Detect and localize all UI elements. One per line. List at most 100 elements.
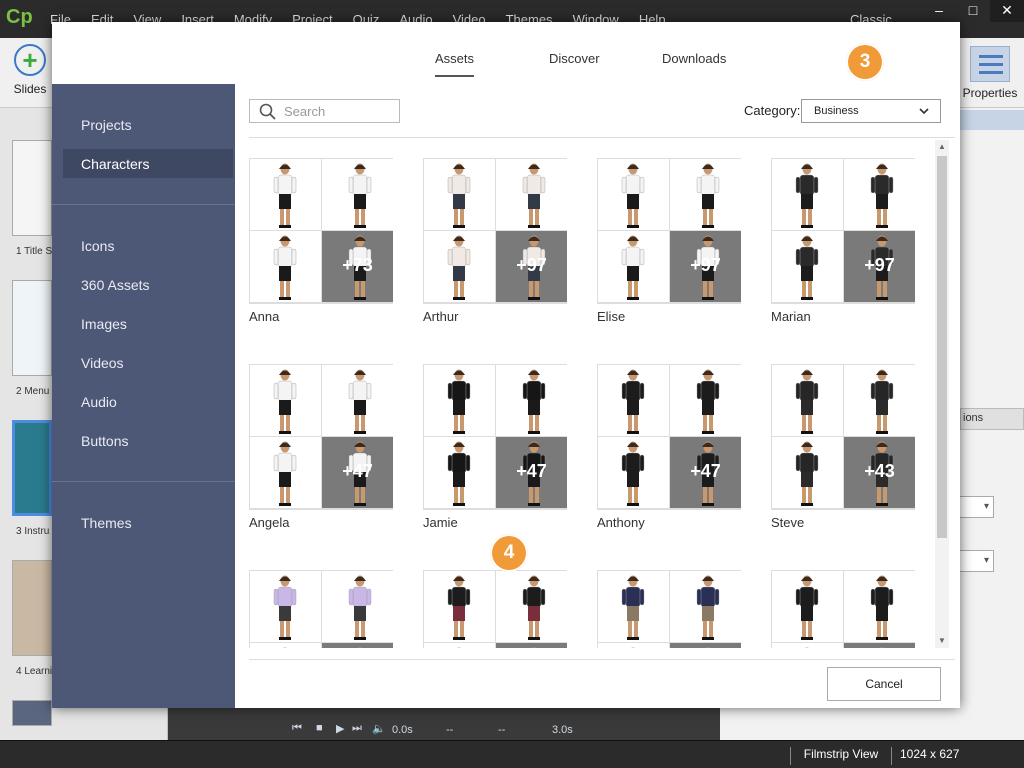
slide-thumbnail-4[interactable] [12,560,52,656]
nav-icons[interactable]: Icons [81,238,114,254]
scrollbar-thumb[interactable] [937,156,947,538]
character-figure-icon [447,369,471,434]
character-thumbnails [249,570,393,648]
character-figure-icon [447,441,471,506]
character-name: Anthony [597,515,645,530]
more-poses-tile[interactable] [496,643,567,648]
slide-thumbnail-1[interactable] [12,140,52,236]
volume-icon[interactable]: 🔈 [372,722,386,735]
properties-button[interactable]: Properties [956,46,1024,100]
stop-icon[interactable]: ■ [316,722,323,734]
more-poses-tile[interactable] [322,643,393,648]
pose-thumbnail [598,437,669,508]
category-value: Business [814,105,859,117]
character-figure-icon [621,235,645,300]
character-card[interactable] [597,570,741,648]
more-poses-tile[interactable]: +47 [322,437,393,508]
category-select[interactable]: Business [801,99,941,123]
slide-label-4: 4 Learni [16,666,53,677]
slides-label: Slides [13,82,47,96]
more-poses-count: +47 [690,461,721,481]
nav-buttons[interactable]: Buttons [81,433,128,449]
search-box[interactable] [249,99,400,123]
options-tab[interactable]: ions [960,408,1024,430]
slide-thumbnail-5[interactable] [12,700,52,726]
character-figure-icon [795,235,819,300]
scroll-up-icon[interactable]: ▲ [938,142,946,151]
character-grid: +73 Anna +97 Arthur +97 Elise +97 Marian +47 Ange… [249,138,951,648]
nav-360-assets[interactable]: 360 Assets [81,277,150,293]
more-poses-tile[interactable]: +97 [670,231,741,302]
category-label: Category: [744,103,801,118]
character-figure-icon [522,369,546,434]
next-icon[interactable]: ⏭ [352,722,362,735]
nav-videos[interactable]: Videos [81,355,124,371]
rewind-icon[interactable]: ⏮ [292,722,302,735]
pose-thumbnail [496,365,567,436]
more-poses-tile[interactable]: +73 [322,231,393,302]
maximize-icon[interactable]: □ [956,0,990,22]
more-poses-count: +47 [516,461,547,481]
character-card[interactable]: +73 Anna [249,158,393,324]
minimize-icon[interactable]: – [922,0,956,22]
pose-thumbnail [424,231,495,302]
nav-projects[interactable]: Projects [81,117,132,133]
close-icon[interactable]: ✕ [990,0,1024,22]
slide-label-3: 3 Instru [16,526,50,537]
character-card[interactable]: +97 Elise [597,158,741,324]
search-icon [259,103,276,120]
dialog-content: Category: Business +73 Anna +97 Arthur +97 El… [235,84,960,708]
slide-thumbnail-2[interactable] [12,280,52,376]
character-card[interactable] [771,570,915,648]
character-card[interactable]: +47 Jamie [423,364,567,530]
play-icon[interactable]: ▶ [336,722,344,735]
more-poses-tile[interactable] [844,643,915,648]
search-input[interactable] [284,102,394,120]
slides-button[interactable]: + Slides [10,44,50,96]
pose-thumbnail [424,437,495,508]
character-card[interactable] [249,570,393,648]
nav-characters[interactable]: Characters [63,149,233,178]
cancel-button[interactable]: Cancel [827,667,941,701]
nav-themes[interactable]: Themes [81,515,132,531]
more-poses-tile[interactable]: +97 [844,231,915,302]
slide-label-1: 1 Title S [16,246,53,257]
footer-divider [249,659,955,660]
nav-audio[interactable]: Audio [81,394,117,410]
character-figure-icon [273,369,297,434]
character-figure-icon [621,441,645,506]
character-card[interactable]: +47 Angela [249,364,393,530]
more-poses-tile[interactable]: +47 [670,437,741,508]
grid-scrollbar[interactable]: ▲ ▼ [935,140,949,648]
tab-discover[interactable]: Discover [549,51,600,66]
character-name: Jamie [423,515,458,530]
character-figure-icon [348,369,372,434]
character-card[interactable] [423,570,567,648]
character-figure-icon [696,575,720,640]
properties-icon [970,46,1010,82]
timeline-out: -- [498,724,506,736]
tab-assets[interactable]: Assets [435,51,475,77]
pose-thumbnail [670,571,741,642]
character-card[interactable]: +97 Arthur [423,158,567,324]
character-figure-icon [631,647,635,648]
slide-thumbnail-3[interactable] [12,420,52,516]
character-card[interactable]: +97 Marian [771,158,915,324]
tab-downloads[interactable]: Downloads [662,51,726,66]
pose-thumbnail [424,643,495,648]
more-poses-tile[interactable]: +43 [844,437,915,508]
more-poses-tile[interactable] [670,643,741,648]
character-name: Arthur [423,309,459,324]
pose-thumbnail [772,231,843,302]
properties-header [960,110,1024,130]
pose-thumbnail [670,159,741,230]
nav-images[interactable]: Images [81,316,127,332]
character-card[interactable]: +43 Steve [771,364,915,530]
character-card[interactable]: +47 Anthony [597,364,741,530]
character-figure-icon [283,647,287,648]
pose-thumbnail [670,365,741,436]
scroll-down-icon[interactable]: ▼ [938,636,946,645]
character-figure-icon [795,369,819,434]
more-poses-tile[interactable]: +47 [496,437,567,508]
more-poses-tile[interactable]: +97 [496,231,567,302]
